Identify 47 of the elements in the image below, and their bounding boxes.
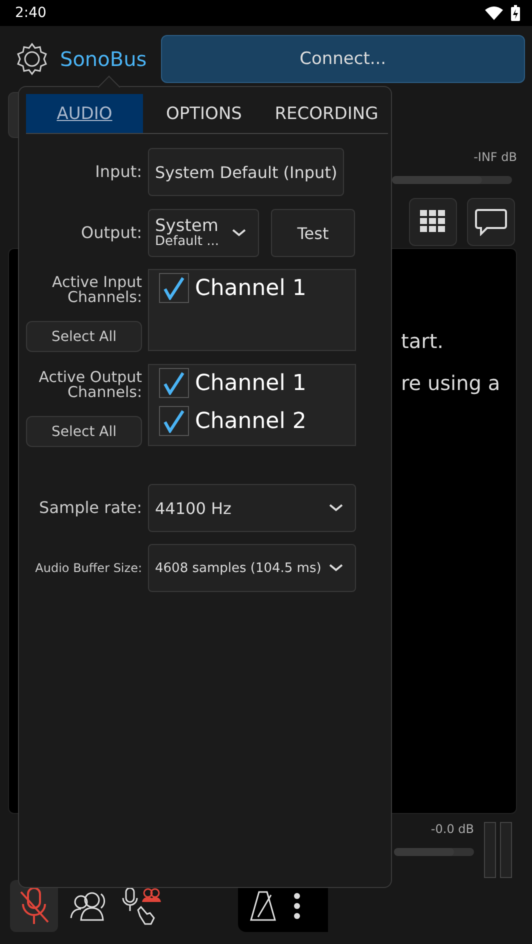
talk-button[interactable] bbox=[122, 886, 162, 926]
field-label: Audio Buffer Size: bbox=[34, 562, 142, 574]
field-label: Active Input Channels: bbox=[50, 275, 142, 305]
output-level-reading: -0.0 dB bbox=[430, 822, 474, 836]
select-all-button[interactable]: Select All bbox=[26, 416, 142, 447]
grid-icon bbox=[420, 210, 446, 234]
sample-rate-dropdown[interactable]: 44100 Hz bbox=[148, 484, 356, 532]
channel-label: Channel 1 bbox=[195, 276, 306, 300]
chevron-down-icon bbox=[329, 564, 343, 572]
field-label: Output: bbox=[80, 225, 142, 241]
tab[interactable]: AUDIO bbox=[26, 94, 143, 133]
checkbox[interactable] bbox=[159, 368, 189, 398]
chat-icon bbox=[475, 208, 507, 236]
field-label: Sample rate: bbox=[38, 500, 142, 516]
output-dropdown[interactable]: System Default ... bbox=[148, 209, 259, 257]
tab[interactable]: RECORDING bbox=[265, 94, 388, 133]
connect-button[interactable]: Connect... bbox=[160, 35, 525, 83]
test-button[interactable]: Test bbox=[271, 209, 355, 257]
battery-icon bbox=[511, 5, 520, 21]
tab[interactable]: OPTIONS bbox=[143, 94, 265, 133]
more-icon[interactable] bbox=[294, 892, 300, 920]
checkbox[interactable] bbox=[159, 406, 189, 436]
channel-label: Channel 1 bbox=[195, 370, 306, 396]
metronome-icon[interactable] bbox=[250, 891, 276, 921]
wifi-icon bbox=[485, 6, 503, 20]
clock: 2:40 bbox=[15, 5, 46, 21]
input-gain-slider[interactable] bbox=[392, 176, 512, 184]
mic-hand-icon bbox=[122, 886, 162, 926]
level-meter bbox=[484, 822, 512, 878]
chevron-down-icon bbox=[329, 504, 343, 512]
chevron-down-icon bbox=[232, 229, 246, 237]
output-gain-slider[interactable] bbox=[394, 848, 474, 856]
buffer-size-dropdown[interactable]: 4608 samples (104.5 ms) bbox=[148, 544, 356, 592]
settings-icon[interactable] bbox=[14, 41, 50, 77]
field-label: Input: bbox=[94, 164, 142, 180]
app-title: SonoBus bbox=[60, 47, 147, 71]
input-dropdown[interactable]: System Default (Input) bbox=[148, 148, 344, 196]
input-level-reading: -INF dB bbox=[474, 150, 517, 164]
channel-label: Channel 2 bbox=[195, 408, 306, 434]
grid-button[interactable] bbox=[409, 198, 457, 246]
message-text: re using a bbox=[401, 371, 502, 395]
microphone-off-icon bbox=[19, 886, 49, 926]
field-label: Active Output Channels: bbox=[38, 370, 142, 400]
checkbox[interactable] bbox=[159, 273, 189, 303]
chat-button[interactable] bbox=[467, 198, 515, 246]
select-all-button[interactable]: Select All bbox=[26, 321, 142, 352]
message-text: tart. bbox=[401, 329, 445, 353]
